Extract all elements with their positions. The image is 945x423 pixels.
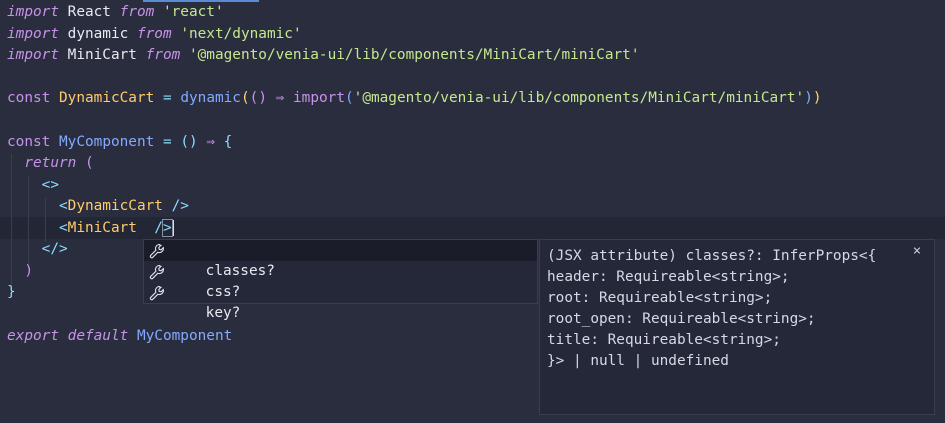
operator: = (162, 134, 172, 150)
keyword: import (7, 4, 59, 20)
keyword: from (145, 47, 181, 63)
tag-bracket: < (58, 220, 68, 236)
function-name: dynamic (180, 90, 241, 106)
string-literal: 'react' (162, 4, 224, 20)
keyword: from (119, 4, 155, 20)
keyword: default (67, 328, 129, 344)
code-line-8[interactable]: return ( (7, 152, 94, 174)
identifier: MyComponent (59, 134, 155, 150)
suggestion-item[interactable]: css? (144, 261, 537, 300)
identifier: DynamicCart (59, 90, 155, 106)
suggestion-list[interactable]: classes? css? key? (143, 239, 538, 321)
jsx-tag: MiniCart (67, 220, 137, 236)
code-line-16[interactable]: export default MyComponent (7, 325, 232, 347)
keyword: import (7, 47, 59, 63)
arrow-operator: ⇒ (206, 134, 215, 150)
tag-bracket: / (154, 220, 163, 236)
keyword: export (7, 328, 59, 344)
suggestion-item[interactable]: key? (144, 282, 537, 321)
string-literal: 'next/dynamic' (180, 26, 302, 42)
tag-bracket-matched: > (162, 219, 173, 237)
identifier: dynamic (67, 26, 129, 42)
wrench-icon (149, 264, 164, 280)
wrench-icon (149, 285, 164, 301)
keyword: return (24, 155, 77, 171)
close-icon[interactable]: × (909, 243, 925, 259)
code-line-5[interactable]: const DynamicCart = dynamic(() ⇒ import(… (7, 87, 822, 109)
suggestion-label: key? (205, 305, 241, 321)
brace: } (7, 284, 16, 300)
identifier: React (67, 4, 111, 20)
tag-bracket: /> (171, 198, 189, 214)
code-line-10[interactable]: <DynamicCart /> (7, 195, 189, 217)
code-line-7[interactable]: const MyComponent = () ⇒ { (7, 131, 232, 153)
details-line: }> | null | undefined (547, 353, 729, 369)
code-line-14[interactable]: } (7, 281, 16, 303)
wrench-icon (149, 243, 164, 259)
keyword: const (7, 90, 51, 106)
fragment-open: <> (41, 177, 59, 193)
fragment-close: </> (41, 241, 68, 257)
code-line-3[interactable]: import MiniCart from '@magento/venia-ui/… (7, 44, 640, 66)
code-line-2[interactable]: import dynamic from 'next/dynamic' (7, 23, 302, 45)
suggestion-details-panel: × (JSX attribute) classes?: InferProps<{… (539, 239, 935, 415)
code-line-12[interactable]: </> (7, 238, 68, 260)
details-line: root_open: Requireable<string>; (547, 311, 816, 327)
brace: { (223, 134, 233, 150)
text-cursor (172, 220, 174, 236)
paren: ( (84, 155, 94, 171)
code-line-1[interactable]: import React from 'react' (7, 1, 224, 23)
keyword: from (136, 26, 172, 42)
details-line: title: Requireable<string>; (547, 332, 781, 348)
string-literal: '@magento/venia-ui/lib/components/MiniCa… (188, 47, 640, 63)
string-literal: '@magento/venia-ui/lib/components/MiniCa… (353, 90, 805, 106)
keyword: const (7, 134, 51, 150)
arrow-operator: ⇒ (275, 90, 285, 106)
keyword: import (293, 90, 345, 106)
code-line-13[interactable]: ) (7, 260, 33, 282)
details-line: header: Requireable<string>; (547, 269, 790, 285)
paren: ) (24, 263, 33, 279)
code-line-11[interactable]: <MiniCart /> (7, 217, 174, 239)
code-line-9[interactable]: <> (7, 174, 59, 196)
keyword: import (7, 26, 59, 42)
operator: = (162, 90, 172, 106)
paren: () (180, 134, 198, 150)
identifier: MiniCart (67, 47, 137, 63)
jsx-tag: DynamicCart (67, 198, 163, 214)
tag-bracket: < (58, 198, 68, 214)
details-signature: (JSX attribute) classes?: InferProps<{ (547, 248, 877, 264)
suggestion-item[interactable]: classes? (144, 240, 537, 279)
details-line: root: Requireable<string>; (547, 290, 773, 306)
